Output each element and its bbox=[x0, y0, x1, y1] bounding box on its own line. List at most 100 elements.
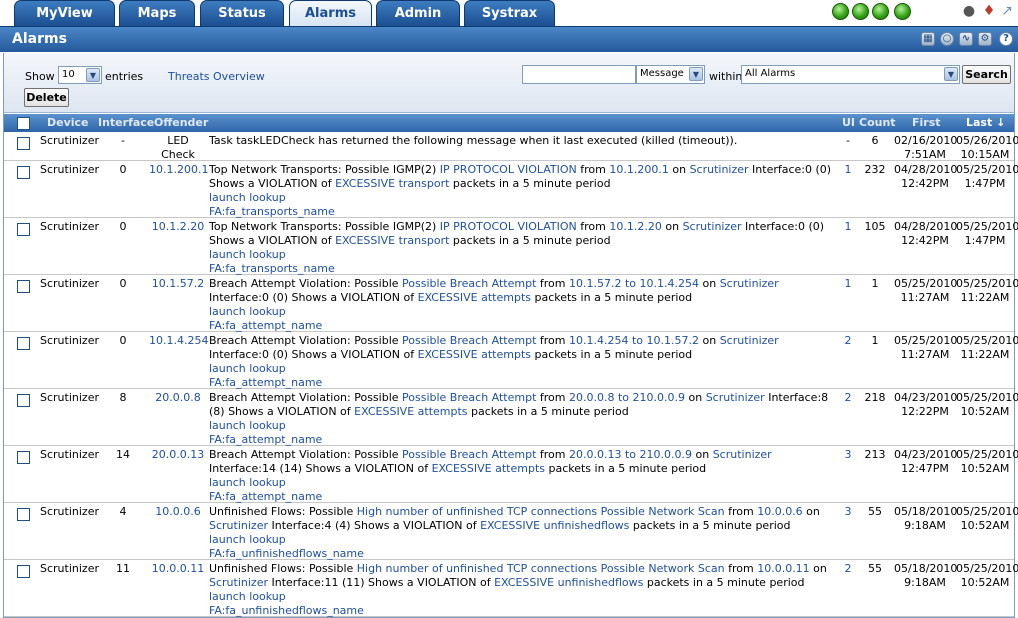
table-row[interactable]: Scrutinizer 0 10.1.200.1 Top Network Transp… bbox=[4, 161, 1018, 218]
pin-icon[interactable]: ♦ bbox=[982, 4, 996, 19]
message-link[interactable]: High number of unfinished TCP connection… bbox=[357, 505, 725, 518]
delete-button[interactable]: Delete bbox=[24, 88, 69, 107]
launch-lookup-link[interactable]: launch lookup bbox=[209, 191, 286, 204]
fa-name-link[interactable]: FA:fa_attempt_name bbox=[209, 376, 322, 389]
table-row[interactable]: Scrutinizer 0 10.1.4.254 Breach Attempt Vio… bbox=[4, 332, 1018, 389]
fa-name-link[interactable]: FA:fa_unfinishedflows_name bbox=[209, 547, 364, 560]
offender-cell[interactable]: 10.0.0.11 bbox=[149, 562, 207, 576]
row-checkbox[interactable] bbox=[17, 166, 30, 179]
row-checkbox[interactable] bbox=[17, 565, 30, 578]
message-link[interactable]: 10.1.4.254 to 10.1.57.2 bbox=[569, 334, 699, 347]
search-input[interactable] bbox=[522, 65, 636, 84]
row-checkbox[interactable] bbox=[17, 394, 30, 407]
message-link[interactable]: Scrutinizer bbox=[720, 277, 779, 290]
search-button[interactable]: Search bbox=[962, 65, 1011, 84]
status-orb-icon[interactable] bbox=[872, 3, 889, 20]
ui-cell[interactable]: 2 bbox=[841, 391, 855, 405]
binoculars-icon[interactable]: ● bbox=[962, 4, 976, 19]
message-link[interactable]: 20.0.0.13 to 210.0.0.9 bbox=[569, 448, 692, 461]
header-ui[interactable]: UI bbox=[842, 116, 855, 129]
launch-lookup-link[interactable]: launch lookup bbox=[209, 305, 286, 318]
offender-cell[interactable]: 10.1.57.2 bbox=[149, 277, 207, 291]
ui-cell[interactable]: 3 bbox=[841, 448, 855, 462]
message-link[interactable]: 10.1.57.2 to 10.1.4.254 bbox=[569, 277, 699, 290]
launch-lookup-link[interactable]: launch lookup bbox=[209, 533, 286, 546]
search-field-select[interactable]: Message ▼ bbox=[636, 65, 705, 84]
rss-icon[interactable]: ∿ bbox=[959, 32, 973, 46]
message-link[interactable]: 10.1.2.20 bbox=[609, 220, 661, 233]
header-interface[interactable]: Interface bbox=[98, 116, 154, 129]
tab-maps[interactable]: Maps bbox=[119, 0, 195, 26]
ui-cell[interactable]: 1 bbox=[841, 220, 855, 234]
message-link[interactable]: EXCESSIVE unfinishedflows bbox=[480, 519, 629, 532]
print-icon[interactable]: ▦ bbox=[921, 32, 935, 46]
status-orb-icon[interactable] bbox=[894, 3, 911, 20]
message-link[interactable]: High number of unfinished TCP connection… bbox=[357, 562, 725, 575]
message-link[interactable]: EXCESSIVE unfinishedflows bbox=[494, 576, 643, 589]
tab-myview[interactable]: MyView bbox=[14, 0, 115, 26]
message-link[interactable]: EXCESSIVE attempts bbox=[354, 405, 467, 418]
header-first[interactable]: First bbox=[912, 116, 941, 129]
message-link[interactable]: EXCESSIVE transport bbox=[335, 177, 449, 190]
tab-admin[interactable]: Admin bbox=[376, 0, 460, 26]
fa-name-link[interactable]: FA:fa_unfinishedflows_name bbox=[209, 604, 364, 617]
select-all-checkbox[interactable] bbox=[17, 117, 30, 130]
table-row[interactable]: Scrutinizer - LED Check Task taskLEDCheck h… bbox=[4, 132, 1018, 161]
tools-icon[interactable]: ↗ bbox=[1000, 4, 1014, 19]
row-checkbox[interactable] bbox=[17, 223, 30, 236]
ui-cell[interactable]: 1 bbox=[841, 277, 855, 291]
table-row[interactable]: Scrutinizer 4 10.0.0.6 Unfinished Flows: Po… bbox=[4, 503, 1018, 560]
table-row[interactable]: Scrutinizer 8 20.0.0.8 Breach Attempt Viola… bbox=[4, 389, 1018, 446]
row-checkbox[interactable] bbox=[17, 337, 30, 350]
offender-cell[interactable]: 10.1.2.20 bbox=[149, 220, 207, 234]
fa-name-link[interactable]: FA:fa_attempt_name bbox=[209, 319, 322, 332]
message-link[interactable]: EXCESSIVE attempts bbox=[432, 462, 545, 475]
launch-lookup-link[interactable]: launch lookup bbox=[209, 590, 286, 603]
message-link[interactable]: Possible Breach Attempt bbox=[402, 448, 536, 461]
tab-systrax[interactable]: Systrax bbox=[464, 0, 555, 26]
message-link[interactable]: EXCESSIVE transport bbox=[335, 234, 449, 247]
launch-lookup-link[interactable]: launch lookup bbox=[209, 419, 286, 432]
threats-overview-link[interactable]: Threats Overview bbox=[168, 70, 265, 83]
tab-status[interactable]: Status bbox=[200, 0, 284, 26]
message-link[interactable]: IP PROTOCOL VIOLATION bbox=[440, 163, 577, 176]
options-icon[interactable]: ⚙ bbox=[978, 32, 992, 46]
message-link[interactable]: Scrutinizer bbox=[706, 391, 765, 404]
message-link[interactable]: Scrutinizer bbox=[683, 220, 742, 233]
message-link[interactable]: IP PROTOCOL VIOLATION bbox=[440, 220, 577, 233]
fa-name-link[interactable]: FA:fa_attempt_name bbox=[209, 490, 322, 503]
settings-icon[interactable]: ○ bbox=[940, 32, 954, 46]
ui-cell[interactable]: 2 bbox=[841, 562, 855, 576]
table-row[interactable]: Scrutinizer 11 10.0.0.11 Unfinished Flows: … bbox=[4, 560, 1018, 617]
entries-select[interactable]: 10 ▼ bbox=[58, 66, 102, 84]
table-row[interactable]: Scrutinizer 0 10.1.2.20 Top Network Transpo… bbox=[4, 218, 1018, 275]
row-checkbox[interactable] bbox=[17, 280, 30, 293]
message-link[interactable]: Scrutinizer bbox=[209, 576, 268, 589]
header-count[interactable]: Count bbox=[859, 116, 896, 129]
row-checkbox[interactable] bbox=[17, 137, 30, 150]
offender-cell[interactable]: 10.1.200.1 bbox=[149, 163, 208, 177]
message-link[interactable]: Possible Breach Attempt bbox=[402, 334, 536, 347]
message-link[interactable]: 10.0.0.6 bbox=[757, 505, 802, 518]
message-link[interactable]: Scrutinizer bbox=[713, 448, 772, 461]
message-link[interactable]: Scrutinizer bbox=[209, 519, 268, 532]
header-offender[interactable]: Offender bbox=[154, 116, 208, 129]
message-link[interactable]: Scrutinizer bbox=[720, 334, 779, 347]
offender-cell[interactable]: 20.0.0.13 bbox=[149, 448, 207, 462]
row-checkbox[interactable] bbox=[17, 451, 30, 464]
fa-name-link[interactable]: FA:fa_transports_name bbox=[209, 262, 335, 275]
offender-cell[interactable]: 10.1.4.254 bbox=[149, 334, 208, 348]
header-last[interactable]: Last ↓ bbox=[966, 116, 1005, 129]
tab-alarms[interactable]: Alarms bbox=[289, 0, 372, 27]
ui-cell[interactable]: 1 bbox=[841, 163, 855, 177]
fa-name-link[interactable]: FA:fa_transports_name bbox=[209, 205, 335, 218]
status-orb-icon[interactable] bbox=[852, 3, 869, 20]
offender-cell[interactable]: 20.0.0.8 bbox=[149, 391, 207, 405]
message-link[interactable]: 20.0.0.8 to 210.0.0.9 bbox=[569, 391, 685, 404]
message-link[interactable]: 10.1.200.1 bbox=[609, 163, 668, 176]
launch-lookup-link[interactable]: launch lookup bbox=[209, 362, 286, 375]
table-row[interactable]: Scrutinizer 14 20.0.0.13 Breach Attempt Vio… bbox=[4, 446, 1018, 503]
scope-select[interactable]: All Alarms ▼ bbox=[741, 65, 960, 84]
message-link[interactable]: Possible Breach Attempt bbox=[402, 277, 536, 290]
fa-name-link[interactable]: FA:fa_attempt_name bbox=[209, 433, 322, 446]
